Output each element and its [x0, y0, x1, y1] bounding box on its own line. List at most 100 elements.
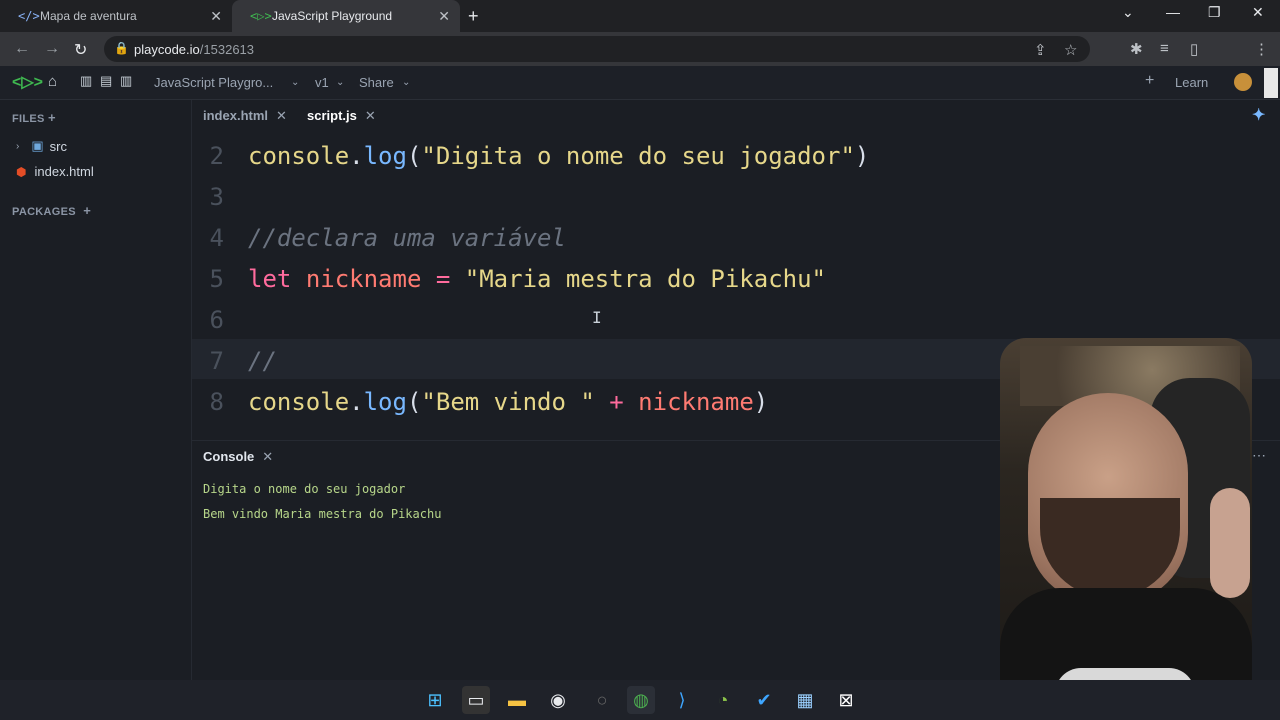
- token: (: [406, 142, 422, 170]
- token: .: [349, 142, 364, 170]
- token: console: [248, 142, 350, 170]
- playcode-icon: <▷>: [250, 9, 272, 23]
- code-line: 2 console.log("Digita o nome do seu joga…: [192, 134, 1280, 174]
- token: log: [363, 142, 407, 170]
- obs-icon[interactable]: ◉: [544, 686, 572, 714]
- chevron-down-icon[interactable]: ⌄: [402, 77, 410, 88]
- code-text: console.log("Digita o nome do seu jogado…: [248, 142, 869, 170]
- token: //: [248, 347, 277, 375]
- token: .: [349, 388, 364, 416]
- todo-icon[interactable]: ✔: [750, 686, 778, 714]
- minimize-button[interactable]: —: [1166, 4, 1180, 20]
- tab-label: script.js: [307, 108, 357, 123]
- line-number: 3: [209, 183, 224, 211]
- sidebar-item-label: src: [49, 138, 67, 154]
- line-number: 8: [209, 388, 224, 416]
- token: log: [363, 388, 407, 416]
- more-options-icon[interactable]: ⋯: [1252, 447, 1266, 464]
- code-text: console.log("Bem vindo " + nickname): [248, 388, 768, 416]
- browser-tab-label: JavaScript Playground: [272, 9, 393, 23]
- url-path: /1532613: [199, 42, 255, 57]
- token: "Digita o nome do seu jogador": [421, 142, 855, 170]
- windows-start-icon[interactable]: ⊞: [421, 686, 449, 714]
- capcut-icon[interactable]: ⊠: [832, 686, 860, 714]
- media-icon[interactable]: ≡: [1160, 40, 1169, 57]
- sidebar-item-src[interactable]: › ▣ src: [16, 138, 67, 154]
- share-button[interactable]: Share: [359, 75, 394, 90]
- chevron-down-icon[interactable]: ⌄: [336, 77, 344, 88]
- close-icon[interactable]: ✕: [210, 8, 222, 25]
- person-hand: [1210, 488, 1250, 598]
- version-select[interactable]: v1: [315, 75, 329, 90]
- folder-icon: ▣: [31, 138, 44, 153]
- browser-tab-playground[interactable]: <▷> JavaScript Playground ✕: [232, 0, 460, 32]
- close-icon[interactable]: ✕: [438, 8, 450, 25]
- tab-index-html[interactable]: index.html ✕: [203, 108, 287, 124]
- file-explorer-icon[interactable]: ▬: [503, 686, 531, 714]
- token: "Bem vindo ": [421, 388, 595, 416]
- token: (: [406, 388, 422, 416]
- console-title: Console: [203, 449, 255, 464]
- sidebar-item-index-html[interactable]: ⬢ index.html: [16, 164, 94, 179]
- close-icon[interactable]: ✕: [365, 108, 376, 123]
- files-header-label: FILES: [12, 113, 45, 125]
- token: console: [248, 388, 350, 416]
- chrome-icon[interactable]: ◍: [627, 686, 655, 714]
- browser-icon[interactable]: ◔: [709, 686, 737, 714]
- new-tab-button[interactable]: +: [468, 6, 479, 27]
- token: let: [248, 265, 292, 293]
- windows-taskbar: ⊞ ▭ ▬ ◉ ○ ◍ ⟩ ◔ ✔ ▦ ⊠: [0, 680, 1280, 720]
- system-icon[interactable]: ○: [588, 686, 616, 714]
- side-panel-icon[interactable]: ▯: [1190, 40, 1198, 58]
- code-line: 5 let nickname = "Maria mestra do Pikach…: [192, 257, 1280, 297]
- photos-icon[interactable]: ▦: [791, 686, 819, 714]
- scrollbar[interactable]: [1264, 68, 1278, 98]
- user-avatar[interactable]: [1234, 73, 1252, 91]
- token: //declara uma variável: [248, 224, 566, 252]
- editor-tabs: index.html ✕ script.js ✕ ✦: [192, 100, 1280, 130]
- menu-icon[interactable]: ⋮: [1254, 40, 1269, 58]
- files-header: FILES +: [12, 110, 56, 125]
- forward-icon[interactable]: →: [44, 40, 60, 58]
- tab-script-js[interactable]: script.js ✕: [307, 108, 376, 124]
- sparkle-icon[interactable]: ✦: [1252, 105, 1265, 125]
- vscode-icon[interactable]: ⟩: [668, 686, 696, 714]
- tab-search-icon[interactable]: ⌄: [1122, 4, 1134, 21]
- add-package-icon[interactable]: +: [83, 203, 91, 218]
- code-icon: </>: [18, 9, 40, 23]
- code-text: //: [248, 347, 277, 375]
- code-text: let nickname = "Maria mestra do Pikachu": [248, 265, 826, 293]
- chevron-right-icon: ›: [16, 140, 20, 152]
- extensions-icon[interactable]: ✱: [1130, 40, 1143, 58]
- html-icon: ⬢: [16, 164, 27, 179]
- close-icon[interactable]: ✕: [276, 108, 287, 123]
- console-tab[interactable]: Console ✕: [203, 449, 273, 465]
- browser-tab-mapa[interactable]: </> Mapa de aventura ✕: [0, 0, 232, 32]
- reload-icon[interactable]: ↻: [74, 40, 87, 60]
- chevron-down-icon[interactable]: ⌄: [291, 77, 299, 88]
- address-bar[interactable]: 🔒 playcode.io/1532613 ⇪ ☆: [104, 36, 1090, 62]
- learn-button[interactable]: Learn: [1175, 75, 1208, 90]
- line-number: 7: [209, 347, 224, 375]
- token: nickname: [305, 265, 422, 293]
- add-icon[interactable]: +: [1145, 72, 1154, 90]
- layout-columns-icon[interactable]: ▥: [120, 73, 132, 89]
- back-icon[interactable]: ←: [14, 40, 30, 58]
- close-icon[interactable]: ✕: [262, 449, 273, 464]
- token: +: [609, 388, 624, 416]
- browser-tab-strip: </> Mapa de aventura ✕ <▷> JavaScript Pl…: [0, 0, 1280, 32]
- layout-split-icon[interactable]: ▥: [80, 73, 92, 89]
- url-host: playcode.io: [134, 42, 200, 57]
- share-icon[interactable]: ⇪: [1034, 41, 1047, 59]
- star-icon[interactable]: ☆: [1064, 41, 1077, 59]
- playcode-logo-icon[interactable]: <▷>: [12, 72, 43, 92]
- add-file-icon[interactable]: +: [48, 110, 56, 125]
- layout-rows-icon[interactable]: ▤: [100, 73, 112, 89]
- restore-button[interactable]: ❐: [1208, 4, 1221, 21]
- project-name[interactable]: JavaScript Playgro...: [154, 75, 273, 90]
- home-icon[interactable]: ⌂: [48, 73, 57, 90]
- close-window-button[interactable]: ✕: [1252, 4, 1264, 21]
- packages-header: PACKAGES +: [12, 203, 91, 218]
- terminal-icon[interactable]: ▭: [462, 686, 490, 714]
- line-number: 4: [209, 224, 224, 252]
